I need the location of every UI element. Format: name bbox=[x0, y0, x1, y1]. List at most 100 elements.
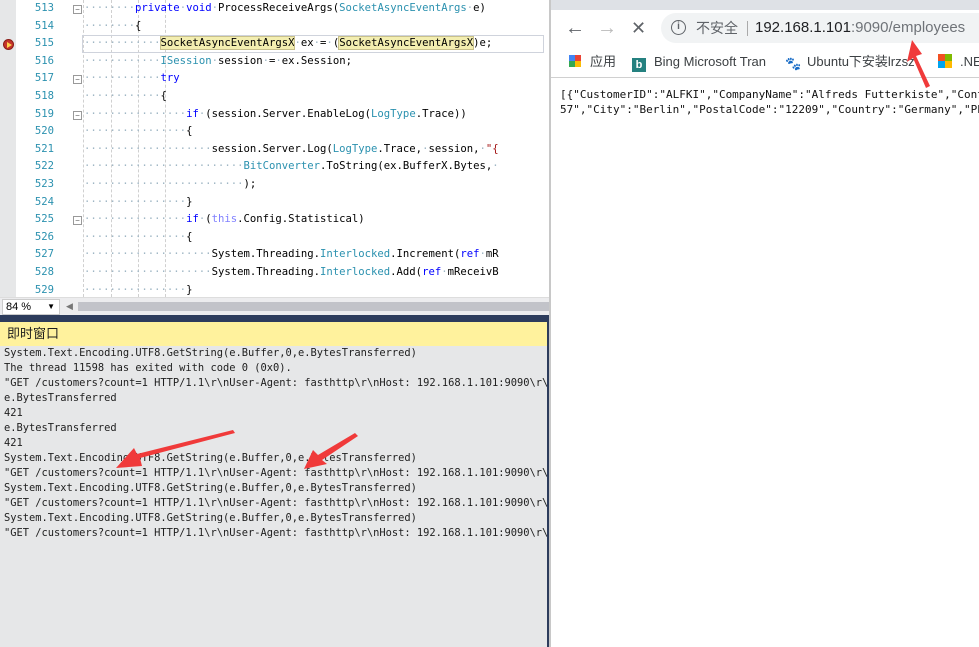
breakpoint-current-statement-icon[interactable] bbox=[3, 39, 14, 50]
immediate-output-line: "GET /customers?count=1 HTTP/1.1\r\nUser… bbox=[4, 527, 547, 539]
json-line: 57","City":"Berlin","PostalCode":"12209"… bbox=[560, 103, 979, 116]
code-line[interactable]: 516 ············ISession·session·=·ex.Ses… bbox=[0, 53, 549, 71]
code-token: if bbox=[186, 107, 199, 120]
browser-toolbar: ← → ✕ i 不安全 192.168.1.101:9090/employees bbox=[551, 10, 979, 46]
line-number: 518 bbox=[34, 90, 54, 102]
code-token: ex bbox=[300, 37, 314, 50]
code-token: mReceivB bbox=[447, 266, 499, 278]
tab-strip[interactable] bbox=[551, 0, 979, 10]
chevron-down-icon: ▼ bbox=[47, 302, 55, 311]
code-line[interactable]: 526 ················{ bbox=[0, 229, 549, 247]
line-number: 524 bbox=[34, 195, 54, 208]
code-line[interactable]: 515 ············SocketAsyncEventArgsX·ex·… bbox=[0, 35, 549, 53]
code-line[interactable]: 527 ····················System.Threading.… bbox=[0, 246, 549, 264]
code-token: { bbox=[135, 19, 142, 32]
line-number: 517 bbox=[34, 72, 54, 85]
bookmark-label: 应用 bbox=[590, 54, 617, 69]
bookmark-apps[interactable]: 应用 bbox=[568, 53, 616, 71]
line-number: 513 bbox=[34, 2, 54, 14]
editor-status-bar: 84 % ▼ ◀ bbox=[0, 297, 549, 315]
code-editor[interactable]: 513 ········private·void·ProcessReceiveAr… bbox=[0, 0, 549, 297]
zoom-level-select[interactable]: 84 % ▼ bbox=[2, 299, 60, 315]
code-token: ISession bbox=[160, 54, 212, 67]
code-token: ); bbox=[243, 178, 257, 190]
code-token: mR bbox=[485, 248, 499, 261]
info-icon[interactable]: i bbox=[671, 20, 686, 35]
line-number: 525 bbox=[34, 213, 54, 226]
code-text: ·························); bbox=[84, 178, 257, 190]
url-path: :9090/employees bbox=[850, 19, 966, 36]
collapse-icon[interactable]: − bbox=[73, 5, 82, 14]
code-token: .Trace, bbox=[377, 142, 423, 155]
immediate-output-line: "GET /customers?count=1 HTTP/1.1\r\nUser… bbox=[4, 377, 547, 389]
code-line[interactable]: 518 ············{ bbox=[0, 88, 549, 106]
line-number: 515 bbox=[34, 37, 54, 50]
back-icon[interactable]: ← bbox=[565, 17, 585, 39]
code-text: ················if·(session.Server.Enabl… bbox=[84, 107, 467, 120]
code-text: ················} bbox=[84, 195, 193, 208]
code-token: if bbox=[186, 213, 199, 226]
bookmarks-bar: 应用 b Bing Microsoft Tran 🐾 Ubuntu下安装lrzsz … bbox=[551, 46, 979, 78]
code-token: ref bbox=[422, 266, 442, 278]
immediate-output-line: 421 bbox=[4, 437, 23, 449]
code-token: void bbox=[186, 2, 212, 14]
code-line[interactable]: 524 ················} bbox=[0, 194, 549, 212]
code-token: } bbox=[186, 283, 193, 296]
code-token: "{ bbox=[485, 142, 499, 155]
address-bar[interactable]: i 不安全 192.168.1.101:9090/employees bbox=[661, 13, 979, 43]
code-token: { bbox=[186, 230, 193, 243]
code-line[interactable]: 522 ·························BitConverter… bbox=[0, 158, 549, 176]
code-token: ex.Session; bbox=[281, 54, 352, 67]
code-token: } bbox=[186, 195, 193, 208]
visual-studio-pane: 513 ········private·void·ProcessReceiveAr… bbox=[0, 0, 549, 647]
code-token: SocketAsyncEventArgsX bbox=[159, 36, 296, 51]
code-text: ····················System.Threading.Int… bbox=[84, 266, 499, 278]
code-token: · bbox=[492, 160, 499, 173]
line-number: 527 bbox=[34, 248, 54, 261]
code-token: session bbox=[217, 54, 263, 67]
code-text: ·························BitConverter.To… bbox=[84, 160, 499, 173]
code-line[interactable]: 519 ················if·(session.Server.En… bbox=[0, 106, 549, 124]
line-number: 528 bbox=[34, 266, 54, 278]
code-token: session.Server.Log( bbox=[211, 142, 333, 155]
forward-icon[interactable]: → bbox=[597, 17, 617, 39]
security-status[interactable]: 不安全 bbox=[696, 13, 738, 43]
immediate-window-title: 即时窗口 bbox=[0, 322, 549, 346]
code-line[interactable]: 517 ············try bbox=[0, 70, 549, 88]
code-line[interactable]: 521 ····················session.Server.Lo… bbox=[0, 141, 549, 159]
json-line: [{"CustomerID":"ALFKI","CompanyName":"Al… bbox=[560, 88, 979, 101]
code-line[interactable]: 525 ················if·(this.Config.Stati… bbox=[0, 211, 549, 229]
code-token: session, bbox=[428, 142, 480, 155]
code-token: .Add( bbox=[390, 266, 423, 278]
code-text: ············{ bbox=[84, 90, 167, 102]
stop-loading-icon[interactable]: ✕ bbox=[631, 17, 646, 39]
code-line[interactable]: 514 ········{ bbox=[0, 18, 549, 36]
code-token: e) bbox=[473, 2, 486, 14]
line-number: 529 bbox=[34, 283, 54, 296]
bookmark-net[interactable]: .NE bbox=[938, 53, 979, 71]
immediate-window[interactable]: System.Text.Encoding.UTF8.GetString(e.Bu… bbox=[0, 346, 547, 647]
code-line[interactable]: 513 ········private·void·ProcessReceiveAr… bbox=[0, 0, 549, 18]
collapse-icon[interactable]: − bbox=[73, 75, 82, 84]
panel-splitter[interactable] bbox=[0, 315, 549, 322]
horizontal-scrollbar[interactable] bbox=[78, 302, 549, 311]
scroll-left-icon[interactable]: ◀ bbox=[66, 301, 73, 312]
code-text: ············ISession·session·=·ex.Sessio… bbox=[84, 54, 352, 67]
line-number: 522 bbox=[34, 160, 54, 173]
bookmark-label: Bing Microsoft Tran bbox=[654, 54, 766, 69]
code-line[interactable]: 528 ····················System.Threading.… bbox=[0, 264, 549, 282]
collapse-icon[interactable]: − bbox=[73, 111, 82, 120]
code-text: ············try bbox=[84, 72, 180, 85]
collapse-icon[interactable]: − bbox=[73, 216, 82, 225]
bookmark-ubuntu-lrzsz[interactable]: 🐾 Ubuntu下安装lrzsz bbox=[785, 53, 915, 71]
bookmark-bing[interactable]: b Bing Microsoft Tran bbox=[632, 53, 766, 72]
code-token: Interlocked bbox=[320, 248, 391, 261]
url-text[interactable]: 192.168.1.101:9090/employees bbox=[755, 13, 965, 43]
page-json-content: [{"CustomerID":"ALFKI","CompanyName":"Al… bbox=[551, 79, 979, 117]
code-token: ProcessReceiveArgs( bbox=[217, 2, 340, 14]
code-token: .Increment( bbox=[390, 248, 461, 261]
code-line[interactable]: 529 ················} bbox=[0, 282, 549, 297]
line-number: 523 bbox=[34, 178, 54, 190]
code-line[interactable]: 520 ················{ bbox=[0, 123, 549, 141]
code-line[interactable]: 523 ·························); bbox=[0, 176, 549, 194]
